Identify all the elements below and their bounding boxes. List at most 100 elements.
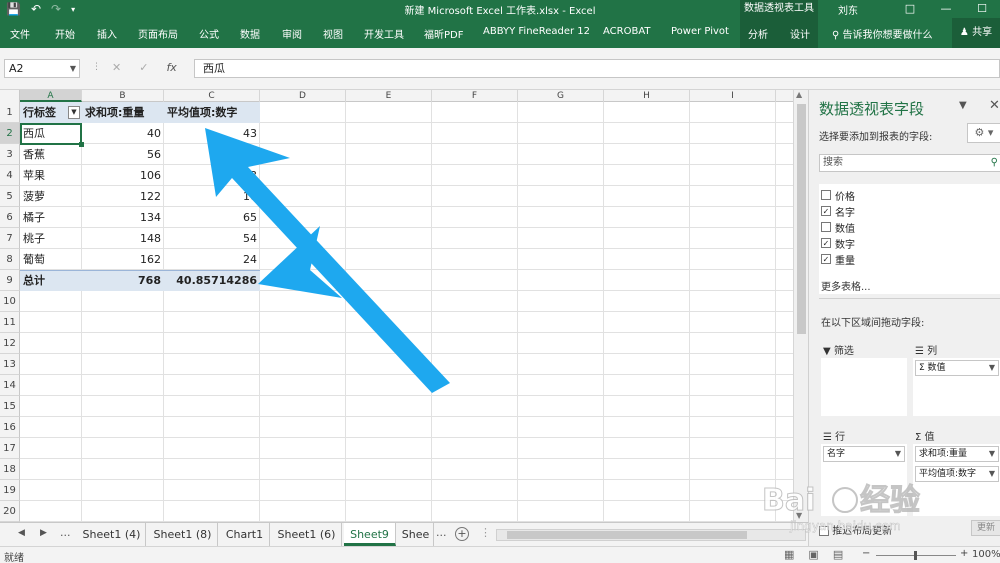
next-sheet-icon[interactable]: ▶ [40, 528, 47, 538]
value-field-chip-avg[interactable]: 平均值项:数字 ▼ [915, 466, 999, 482]
more-tables-link[interactable]: 更多表格... [821, 278, 871, 293]
row-field-chip[interactable]: 名字 ▼ [823, 446, 905, 462]
row-header-17[interactable]: 17 [0, 438, 20, 459]
add-sheet-icon[interactable]: + [455, 527, 469, 541]
column-header-a[interactable]: A [20, 90, 82, 102]
field-item-value[interactable]: 数值 [821, 220, 855, 235]
columns-drop-area[interactable]: Σ 数值 ▼ [913, 358, 1000, 416]
pivot-row-avg[interactable]: 24 [164, 249, 260, 270]
pivot-row-avg[interactable]: 54 [164, 228, 260, 249]
select-all-corner[interactable] [0, 90, 20, 102]
field-search-input[interactable]: 搜索 ⚲ [819, 154, 1000, 172]
formula-input[interactable]: 西瓜 [194, 59, 1000, 78]
value-field-chip-sum[interactable]: 求和项:重量 ▼ [915, 446, 999, 462]
field-item-weight[interactable]: ✓ 重量 [821, 252, 855, 267]
tab-data[interactable]: 数据 [240, 26, 260, 41]
pivot-total-avg[interactable]: 40.85714286 [164, 270, 260, 291]
pivot-row-sum[interactable]: 106 [82, 165, 164, 186]
row-header-9[interactable]: 9 [0, 270, 20, 291]
pivot-row-sum[interactable]: 56 [82, 144, 164, 165]
zoom-in-icon[interactable]: + [960, 548, 968, 559]
tab-splitter-icon[interactable]: ⋮ [480, 526, 491, 539]
pivot-row-avg[interactable]: 65 [164, 207, 260, 228]
pivot-row-avg[interactable]: 10 [164, 186, 260, 207]
sheet-tab-sheet1-6[interactable]: Sheet1 (6) [272, 523, 342, 546]
page-layout-view-icon[interactable]: ▣ [808, 548, 818, 561]
insert-function-icon[interactable]: fx [166, 61, 176, 74]
row-header-10[interactable]: 10 [0, 291, 20, 312]
row-header-13[interactable]: 13 [0, 354, 20, 375]
fill-handle[interactable] [79, 142, 84, 147]
row-header-19[interactable]: 19 [0, 480, 20, 501]
row-header-11[interactable]: 11 [0, 312, 20, 333]
tab-foxit-pdf[interactable]: 福昕PDF [424, 26, 463, 41]
row-header-8[interactable]: 8 [0, 249, 20, 270]
pivot-row-sum[interactable]: 122 [82, 186, 164, 207]
field-item-price[interactable]: 价格 [821, 188, 855, 203]
chevron-down-icon[interactable]: ▼ [989, 467, 995, 481]
more-sheets-left[interactable]: ... [60, 526, 71, 539]
zoom-slider[interactable] [876, 551, 956, 560]
chevron-down-icon[interactable]: ▼ [989, 361, 995, 375]
pivot-total-label[interactable]: 总计 [20, 270, 82, 291]
pivot-row-label[interactable]: 苹果 [20, 165, 82, 186]
name-box[interactable]: A2 ▼ [4, 59, 80, 78]
column-header-b[interactable]: B [82, 90, 164, 102]
pivot-header-sum[interactable]: 求和项:重量 [82, 102, 164, 123]
column-field-chip[interactable]: Σ 数值 ▼ [915, 360, 999, 376]
ribbon-display-icon[interactable]: □ [892, 0, 928, 18]
tab-view[interactable]: 视图 [323, 26, 343, 41]
sheet-tab-sheet9[interactable]: Sheet9 [344, 523, 396, 546]
pivot-row-sum[interactable]: 162 [82, 249, 164, 270]
field-item-name[interactable]: ✓ 名字 [821, 204, 855, 219]
row-header-1[interactable]: 1 [0, 102, 20, 123]
tab-insert[interactable]: 插入 [97, 26, 117, 41]
pivot-row-label[interactable]: 菠萝 [20, 186, 82, 207]
worksheet-grid[interactable]: ABCDEFGHI 1 2 3 4 5 6 7 8 9 10 11 12 13 14 15 16 17 18 19 2… [0, 90, 793, 522]
prev-sheet-icon[interactable]: ◀ [18, 528, 25, 538]
checkbox[interactable] [821, 222, 831, 232]
sheet-tab-sheet1-8[interactable]: Sheet1 (8) [148, 523, 218, 546]
filters-drop-area[interactable] [821, 358, 907, 416]
pivot-row-avg[interactable]: 63 [164, 165, 260, 186]
minimize-icon[interactable]: — [928, 0, 964, 18]
enter-icon[interactable]: ✓ [139, 61, 148, 74]
checkbox[interactable] [821, 190, 831, 200]
user-name[interactable]: 刘东 [838, 2, 858, 17]
zoom-slider-thumb[interactable] [914, 551, 917, 560]
checkbox[interactable]: ✓ [821, 206, 831, 216]
tab-review[interactable]: 审阅 [282, 26, 302, 41]
row-header-15[interactable]: 15 [0, 396, 20, 417]
chevron-down-icon[interactable]: ▼ [70, 60, 76, 77]
tab-acrobat[interactable]: ACROBAT [603, 26, 651, 37]
pane-divider[interactable] [819, 298, 1000, 299]
sheet-tab-partial[interactable]: Shee [398, 523, 434, 546]
more-sheets-right[interactable]: ... [436, 526, 447, 539]
maximize-icon[interactable]: ☐ [964, 0, 1000, 18]
tab-page-layout[interactable]: 页面布局 [138, 26, 178, 41]
row-header-4[interactable]: 4 [0, 165, 20, 186]
column-header-d[interactable]: D [260, 90, 346, 102]
pivot-row-sum[interactable]: 134 [82, 207, 164, 228]
column-header-e[interactable]: E [346, 90, 432, 102]
gear-icon[interactable]: ⚙ ▾ [967, 123, 1000, 143]
checkbox[interactable] [819, 526, 829, 536]
zoom-out-icon[interactable]: − [862, 548, 870, 559]
update-button[interactable]: 更新 [971, 520, 1000, 536]
column-header-g[interactable]: G [518, 90, 604, 102]
tab-abbyy[interactable]: ABBYY FineReader 12 [483, 26, 590, 37]
pivot-header-avg[interactable]: 平均值项:数字 [164, 102, 260, 123]
normal-view-icon[interactable]: ▦ [784, 548, 794, 561]
pane-options-icon[interactable]: ▼ [959, 100, 967, 111]
pivot-row-sum[interactable]: 40 [82, 123, 164, 144]
tab-design[interactable]: 设计 [790, 26, 810, 41]
pivot-total-sum[interactable]: 768 [82, 270, 164, 291]
pivot-row-label[interactable]: 葡萄 [20, 249, 82, 270]
row-header-14[interactable]: 14 [0, 375, 20, 396]
rows-drop-area[interactable]: 名字 ▼ [821, 444, 907, 516]
sheet-tab-sheet1-4[interactable]: Sheet1 (4) [78, 523, 146, 546]
pivot-row-avg[interactable]: 43 [164, 123, 260, 144]
scroll-up-icon[interactable]: ▲ [796, 90, 802, 99]
vertical-scroll-thumb[interactable] [797, 104, 806, 334]
search-icon[interactable]: ⚲ [991, 155, 998, 171]
